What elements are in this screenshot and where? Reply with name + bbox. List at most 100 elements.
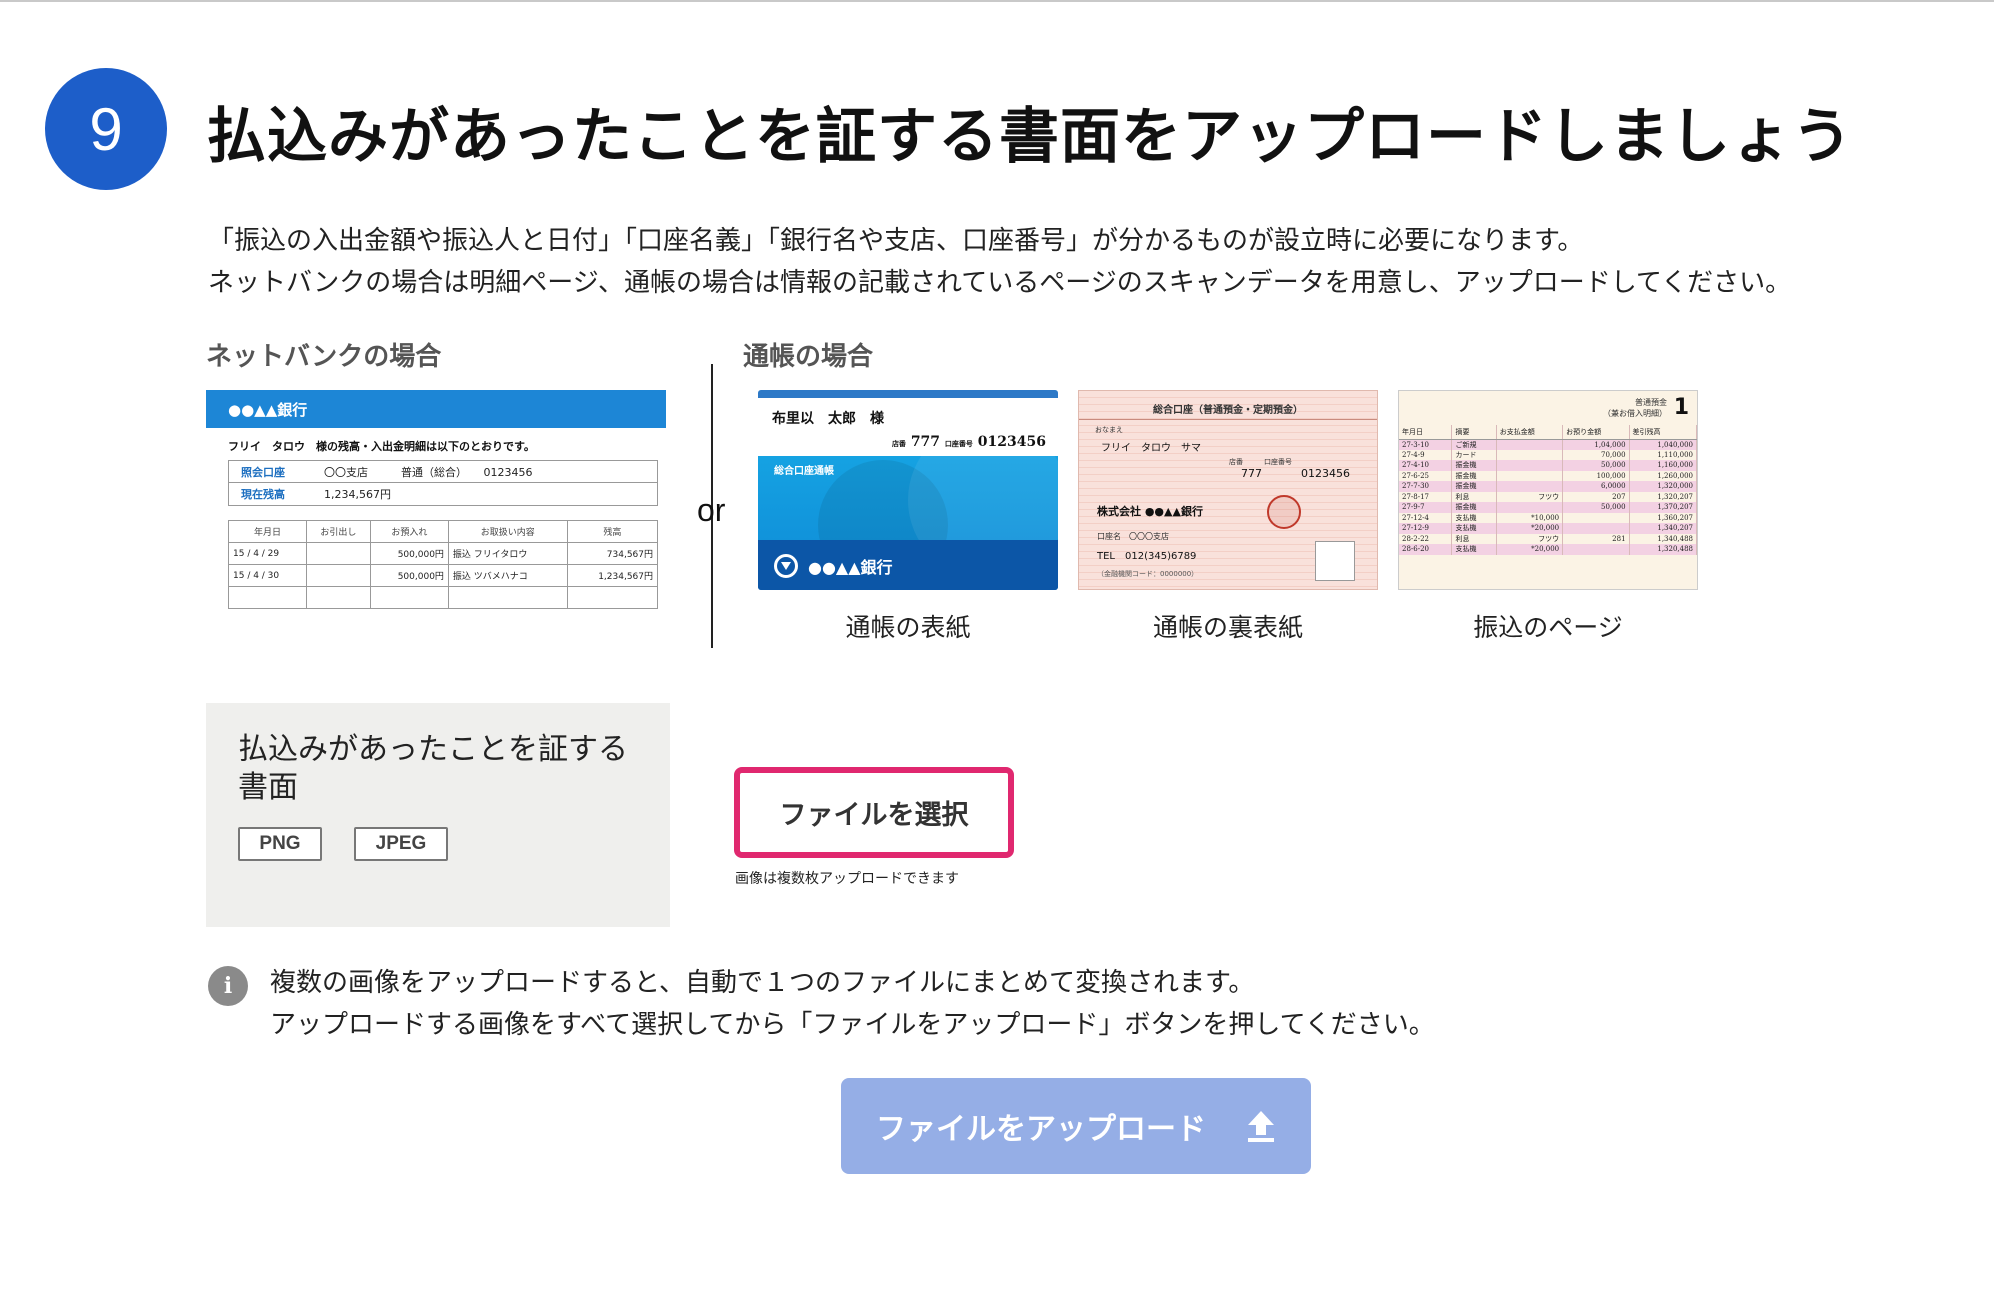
passbook-back-shop-number: 777 bbox=[1241, 467, 1262, 480]
table-cell: 28-2-22 bbox=[1399, 533, 1453, 544]
info-line-1: 複数の画像をアップロードすると、自動で１つのファイルにまとめて変換されます。 bbox=[270, 968, 1255, 998]
table-cell: 281 bbox=[1562, 533, 1630, 544]
upload-field-panel: 払込みがあったことを証する書面 PNG JPEG bbox=[206, 703, 670, 927]
table-cell: 1,370,207 bbox=[1629, 502, 1697, 513]
passbook-label: 通帳の場合 bbox=[743, 342, 874, 372]
table-header: お取扱い内容 bbox=[447, 520, 568, 543]
description-line-1: 「振込の入出金額や振込人と日付」「口座名義」「銀行名や支店、口座番号」が分かるも… bbox=[208, 226, 1584, 256]
table-header: 年月日 bbox=[227, 520, 308, 543]
table-header: 差引残高 bbox=[1629, 425, 1697, 440]
table-cell: 振金機 bbox=[1451, 502, 1497, 513]
table-cell: 支払機 bbox=[1451, 544, 1497, 555]
netbank-sample-image: ●●▲▲銀行 フリイ タロウ 様の残高・入出金明細は以下のとおりです。 照会口座… bbox=[206, 390, 666, 610]
passbook-back-tel: TEL 012(345)6789 bbox=[1097, 551, 1197, 562]
table-cell bbox=[1562, 523, 1630, 534]
table-cell: 支払機 bbox=[1451, 523, 1497, 534]
table-cell: 207 bbox=[1562, 491, 1630, 502]
table-row: 28-6-20 支払機 *20,000 1,320,488 bbox=[1399, 544, 1697, 555]
table-cell bbox=[369, 586, 449, 609]
table-cell: 利息 bbox=[1451, 491, 1497, 502]
netbank-sample-greeting: フリイ タロウ 様の残高・入出金明細は以下のとおりです。 bbox=[228, 440, 535, 453]
table-row: 27-6-25 振金機 100,000 1,260,000 bbox=[1399, 470, 1697, 481]
passbook-back-seal-box bbox=[1315, 541, 1355, 581]
passbook-back-image: 総合口座（普通預金・定期預金） おなまえ フリイ タロウ サマ 店番 口座番号 … bbox=[1078, 390, 1378, 590]
table-cell bbox=[566, 586, 659, 609]
passbook-front-bank: ●●▲▲銀行 bbox=[774, 554, 893, 578]
passbook-front-name: 布里以 太郎 様 bbox=[772, 411, 884, 427]
table-cell: 50,000 bbox=[1562, 502, 1630, 513]
table-cell: 1,04,000 bbox=[1562, 439, 1630, 450]
table-cell: 27-7-30 bbox=[1399, 481, 1453, 492]
table-cell: 1,340,207 bbox=[1629, 523, 1697, 534]
description: 「振込の入出金額や振込人と日付」「口座名義」「銀行名や支店、口座番号」が分かるも… bbox=[208, 220, 1791, 304]
passbook-front-image: 布里以 太郎 様 店番 777 口座番号 0123456 総合口座通帳 ●●▲▲… bbox=[758, 390, 1058, 590]
table-header: お支払金額 bbox=[1496, 425, 1564, 440]
info-icon: i bbox=[208, 966, 248, 1006]
table-cell: 27-12-9 bbox=[1399, 523, 1453, 534]
table-row: 15 / 4 / 29 500,000円 振込 フリイタロウ 734,567円 bbox=[227, 542, 659, 565]
netbank-sample-header: ●●▲▲銀行 bbox=[206, 390, 666, 428]
table-cell bbox=[1562, 512, 1630, 523]
table-cell bbox=[306, 542, 371, 565]
file-upload-button[interactable]: ファイルをアップロード bbox=[841, 1078, 1311, 1174]
format-badge-png: PNG bbox=[238, 827, 322, 861]
table-cell: 28-6-20 bbox=[1399, 544, 1453, 555]
table-cell: 50,000 bbox=[1562, 460, 1630, 471]
table-cell: 振金機 bbox=[1451, 470, 1497, 481]
table-cell: 1,320,488 bbox=[1629, 544, 1697, 555]
passbook-back-kana: フリイ タロウ サマ bbox=[1101, 443, 1201, 454]
bank-logo-icon bbox=[774, 554, 798, 578]
table-cell: 27-8-17 bbox=[1399, 491, 1453, 502]
netbank-account-value: 〇〇支店 普通（総合） 0123456 bbox=[324, 465, 533, 479]
page-title: 払込みがあったことを証する書面をアップロードしましょう bbox=[206, 102, 1853, 172]
table-row: 27-9-7 振金機 50,000 1,370,207 bbox=[1399, 502, 1697, 513]
step-number-badge: 9 bbox=[45, 68, 167, 190]
table-cell: 1,320,000 bbox=[1629, 481, 1697, 492]
passbook-page-head: 普通預金 （兼お借入明細） bbox=[1603, 398, 1667, 418]
passbook-page-number: 1 bbox=[1673, 395, 1689, 420]
table-cell: 1,360,207 bbox=[1629, 512, 1697, 523]
passbook-back-rule bbox=[1079, 419, 1377, 420]
passbook-back-shop-label: 店番 口座番号 bbox=[1229, 458, 1292, 466]
multi-upload-note: 画像は複数枚アップロードできます bbox=[735, 871, 959, 887]
table-cell: 27-6-25 bbox=[1399, 470, 1453, 481]
table-cell: 利息 bbox=[1451, 533, 1497, 544]
table-cell bbox=[1496, 470, 1564, 481]
info-message: 複数の画像をアップロードすると、自動で１つのファイルにまとめて変換されます。 ア… bbox=[270, 962, 1435, 1046]
passbook-front-type: 総合口座通帳 bbox=[774, 466, 834, 477]
format-badge-jpeg: JPEG bbox=[354, 827, 448, 861]
table-row: 27-4-9 カード 70,000 1,110,000 bbox=[1399, 449, 1697, 460]
table-cell: 500,000円 bbox=[369, 542, 449, 565]
info-line-2: アップロードする画像をすべて選択してから「ファイルをアップロード」ボタンを押して… bbox=[270, 1010, 1435, 1040]
table-cell: *20,000 bbox=[1496, 544, 1564, 555]
table-row bbox=[227, 586, 659, 609]
table-row: 27-8-17 利息 フツウ 207 1,320,207 bbox=[1399, 491, 1697, 502]
table-header: 年月日 bbox=[1399, 425, 1453, 440]
table-cell: 734,567円 bbox=[566, 542, 659, 565]
table-row: 28-2-22 利息 フツウ 281 1,340,488 bbox=[1399, 533, 1697, 544]
table-cell bbox=[306, 564, 371, 587]
table-cell: 70,000 bbox=[1562, 449, 1630, 460]
netbank-label: ネットバンクの場合 bbox=[206, 342, 442, 372]
passbook-back-branch: 口座名 〇〇〇支店 bbox=[1097, 532, 1169, 541]
table-cell: 1,340,488 bbox=[1629, 533, 1697, 544]
table-row: 27-4-10 振金機 50,000 1,160,000 bbox=[1399, 460, 1697, 471]
top-divider bbox=[0, 0, 1994, 2]
table-row: 27-12-9 支払機 *20,000 1,340,207 bbox=[1399, 523, 1697, 534]
table-cell: 1,320,207 bbox=[1629, 491, 1697, 502]
table-cell: 1,234,567円 bbox=[566, 564, 659, 587]
table-cell bbox=[1496, 449, 1564, 460]
table-cell: 振込 フリイタロウ bbox=[447, 542, 568, 565]
file-select-button[interactable]: ファイルを選択 bbox=[734, 767, 1014, 858]
table-cell bbox=[1562, 544, 1630, 555]
table-cell: カード bbox=[1451, 449, 1497, 460]
table-cell bbox=[227, 586, 308, 609]
table-cell: 27-4-10 bbox=[1399, 460, 1453, 471]
table-cell: 27-3-10 bbox=[1399, 439, 1453, 450]
table-cell bbox=[1496, 502, 1564, 513]
upload-field-label: 払込みがあったことを証する書面 bbox=[238, 732, 628, 805]
table-cell: 1,160,000 bbox=[1629, 460, 1697, 471]
netbank-balance-value: 1,234,567円 bbox=[324, 488, 391, 501]
table-cell: 15 / 4 / 30 bbox=[227, 564, 308, 587]
table-cell: 振込 ツバメハナコ bbox=[447, 564, 568, 587]
